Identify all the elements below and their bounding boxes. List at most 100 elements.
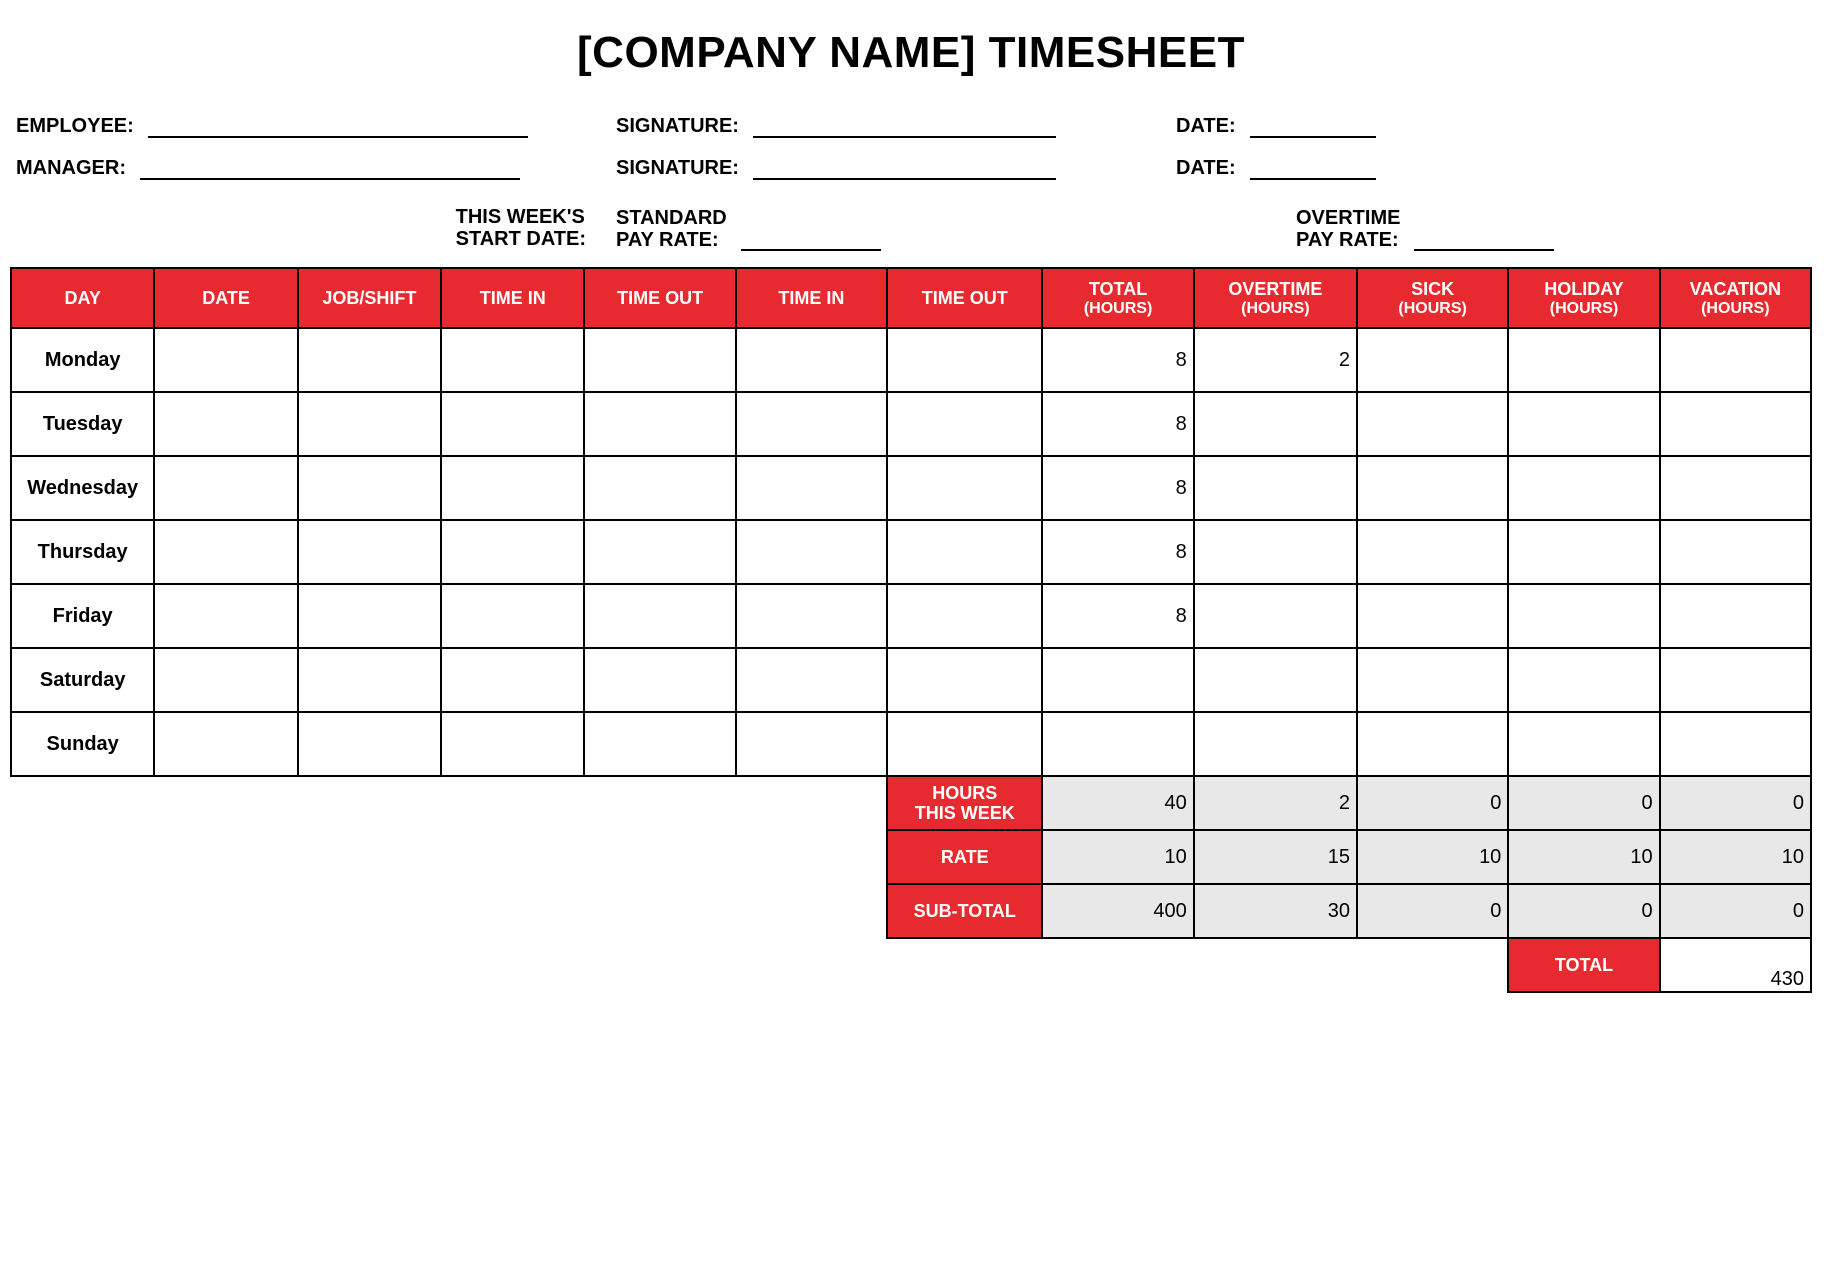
overtime-cell[interactable]	[1194, 648, 1357, 712]
total-cell[interactable]	[1042, 712, 1193, 776]
timeout2-cell[interactable]	[887, 648, 1042, 712]
sick-cell[interactable]	[1357, 328, 1508, 392]
timein1-cell[interactable]	[441, 584, 584, 648]
holiday-cell[interactable]	[1508, 648, 1659, 712]
vacation-cell[interactable]	[1660, 520, 1811, 584]
day-cell: Monday	[11, 328, 154, 392]
job-cell[interactable]	[298, 648, 441, 712]
col-total: TOTAL(HOURS)	[1042, 268, 1193, 328]
timeout1-cell[interactable]	[584, 712, 735, 776]
date-cell[interactable]	[154, 520, 297, 584]
sick-cell[interactable]	[1357, 584, 1508, 648]
job-cell[interactable]	[298, 392, 441, 456]
rate-sick: 10	[1357, 830, 1508, 884]
table-row: Wednesday8	[11, 456, 1811, 520]
vacation-cell[interactable]	[1660, 392, 1811, 456]
overtime-cell[interactable]	[1194, 584, 1357, 648]
overtime-cell[interactable]: 2	[1194, 328, 1357, 392]
job-cell[interactable]	[298, 328, 441, 392]
holiday-cell[interactable]	[1508, 328, 1659, 392]
vacation-cell[interactable]	[1660, 328, 1811, 392]
rate-total: 10	[1042, 830, 1193, 884]
timeout1-cell[interactable]	[584, 520, 735, 584]
timein1-cell[interactable]	[441, 520, 584, 584]
timein2-cell[interactable]	[736, 648, 887, 712]
overtime-rate-line[interactable]	[1414, 227, 1554, 251]
timeout2-cell[interactable]	[887, 328, 1042, 392]
date-cell[interactable]	[154, 584, 297, 648]
overtime-cell[interactable]	[1194, 520, 1357, 584]
sick-cell[interactable]	[1357, 456, 1508, 520]
total-cell[interactable]: 8	[1042, 392, 1193, 456]
holiday-cell[interactable]	[1508, 392, 1659, 456]
day-cell: Tuesday	[11, 392, 154, 456]
manager-date-line[interactable]	[1250, 156, 1376, 180]
overtime-cell[interactable]	[1194, 392, 1357, 456]
total-cell[interactable]: 8	[1042, 584, 1193, 648]
holiday-cell[interactable]	[1508, 712, 1659, 776]
timein1-cell[interactable]	[441, 456, 584, 520]
holiday-cell[interactable]	[1508, 584, 1659, 648]
table-row: Saturday	[11, 648, 1811, 712]
sick-cell[interactable]	[1357, 392, 1508, 456]
employee-signature-line[interactable]	[753, 114, 1056, 138]
date-cell[interactable]	[154, 712, 297, 776]
total-cell[interactable]	[1042, 648, 1193, 712]
employee-line[interactable]	[148, 114, 528, 138]
sick-cell[interactable]	[1357, 712, 1508, 776]
holiday-cell[interactable]	[1508, 456, 1659, 520]
standard-rate-line[interactable]	[741, 227, 881, 251]
timeout2-cell[interactable]	[887, 456, 1042, 520]
vacation-cell[interactable]	[1660, 648, 1811, 712]
table-body: Monday82Tuesday8Wednesday8Thursday8Frida…	[11, 328, 1811, 776]
hours-vacation: 0	[1660, 776, 1811, 830]
timein2-cell[interactable]	[736, 584, 887, 648]
sick-cell[interactable]	[1357, 648, 1508, 712]
date-cell[interactable]	[154, 648, 297, 712]
col-overtime: OVERTIME(HOURS)	[1194, 268, 1357, 328]
timein2-cell[interactable]	[736, 456, 887, 520]
timeout2-cell[interactable]	[887, 712, 1042, 776]
overtime-cell[interactable]	[1194, 456, 1357, 520]
total-cell[interactable]: 8	[1042, 328, 1193, 392]
date-cell[interactable]	[154, 328, 297, 392]
job-cell[interactable]	[298, 584, 441, 648]
timein2-cell[interactable]	[736, 520, 887, 584]
timein1-cell[interactable]	[441, 712, 584, 776]
timein1-cell[interactable]	[441, 648, 584, 712]
timeout1-cell[interactable]	[584, 456, 735, 520]
timeout2-cell[interactable]	[887, 584, 1042, 648]
timein2-cell[interactable]	[736, 392, 887, 456]
col-job: JOB/SHIFT	[298, 268, 441, 328]
employee-date-line[interactable]	[1250, 114, 1376, 138]
timeout2-cell[interactable]	[887, 392, 1042, 456]
date-cell[interactable]	[154, 456, 297, 520]
job-cell[interactable]	[298, 456, 441, 520]
timesheet-table: DAY DATE JOB/SHIFT TIME IN TIME OUT TIME…	[10, 267, 1812, 993]
col-timein-2: TIME IN	[736, 268, 887, 328]
date-label-1: DATE:	[1176, 115, 1236, 138]
vacation-cell[interactable]	[1660, 584, 1811, 648]
timein1-cell[interactable]	[441, 328, 584, 392]
timeout1-cell[interactable]	[584, 392, 735, 456]
sick-cell[interactable]	[1357, 520, 1508, 584]
date-cell[interactable]	[154, 392, 297, 456]
timeout1-cell[interactable]	[584, 648, 735, 712]
overtime-cell[interactable]	[1194, 712, 1357, 776]
vacation-cell[interactable]	[1660, 456, 1811, 520]
vacation-cell[interactable]	[1660, 712, 1811, 776]
timeout1-cell[interactable]	[584, 328, 735, 392]
holiday-cell[interactable]	[1508, 520, 1659, 584]
timein1-cell[interactable]	[441, 392, 584, 456]
timein2-cell[interactable]	[736, 712, 887, 776]
job-cell[interactable]	[298, 520, 441, 584]
timeout1-cell[interactable]	[584, 584, 735, 648]
total-cell[interactable]: 8	[1042, 456, 1193, 520]
timein2-cell[interactable]	[736, 328, 887, 392]
job-cell[interactable]	[298, 712, 441, 776]
timeout2-cell[interactable]	[887, 520, 1042, 584]
table-row: Thursday8	[11, 520, 1811, 584]
manager-signature-line[interactable]	[753, 156, 1056, 180]
total-cell[interactable]: 8	[1042, 520, 1193, 584]
manager-line[interactable]	[140, 156, 520, 180]
